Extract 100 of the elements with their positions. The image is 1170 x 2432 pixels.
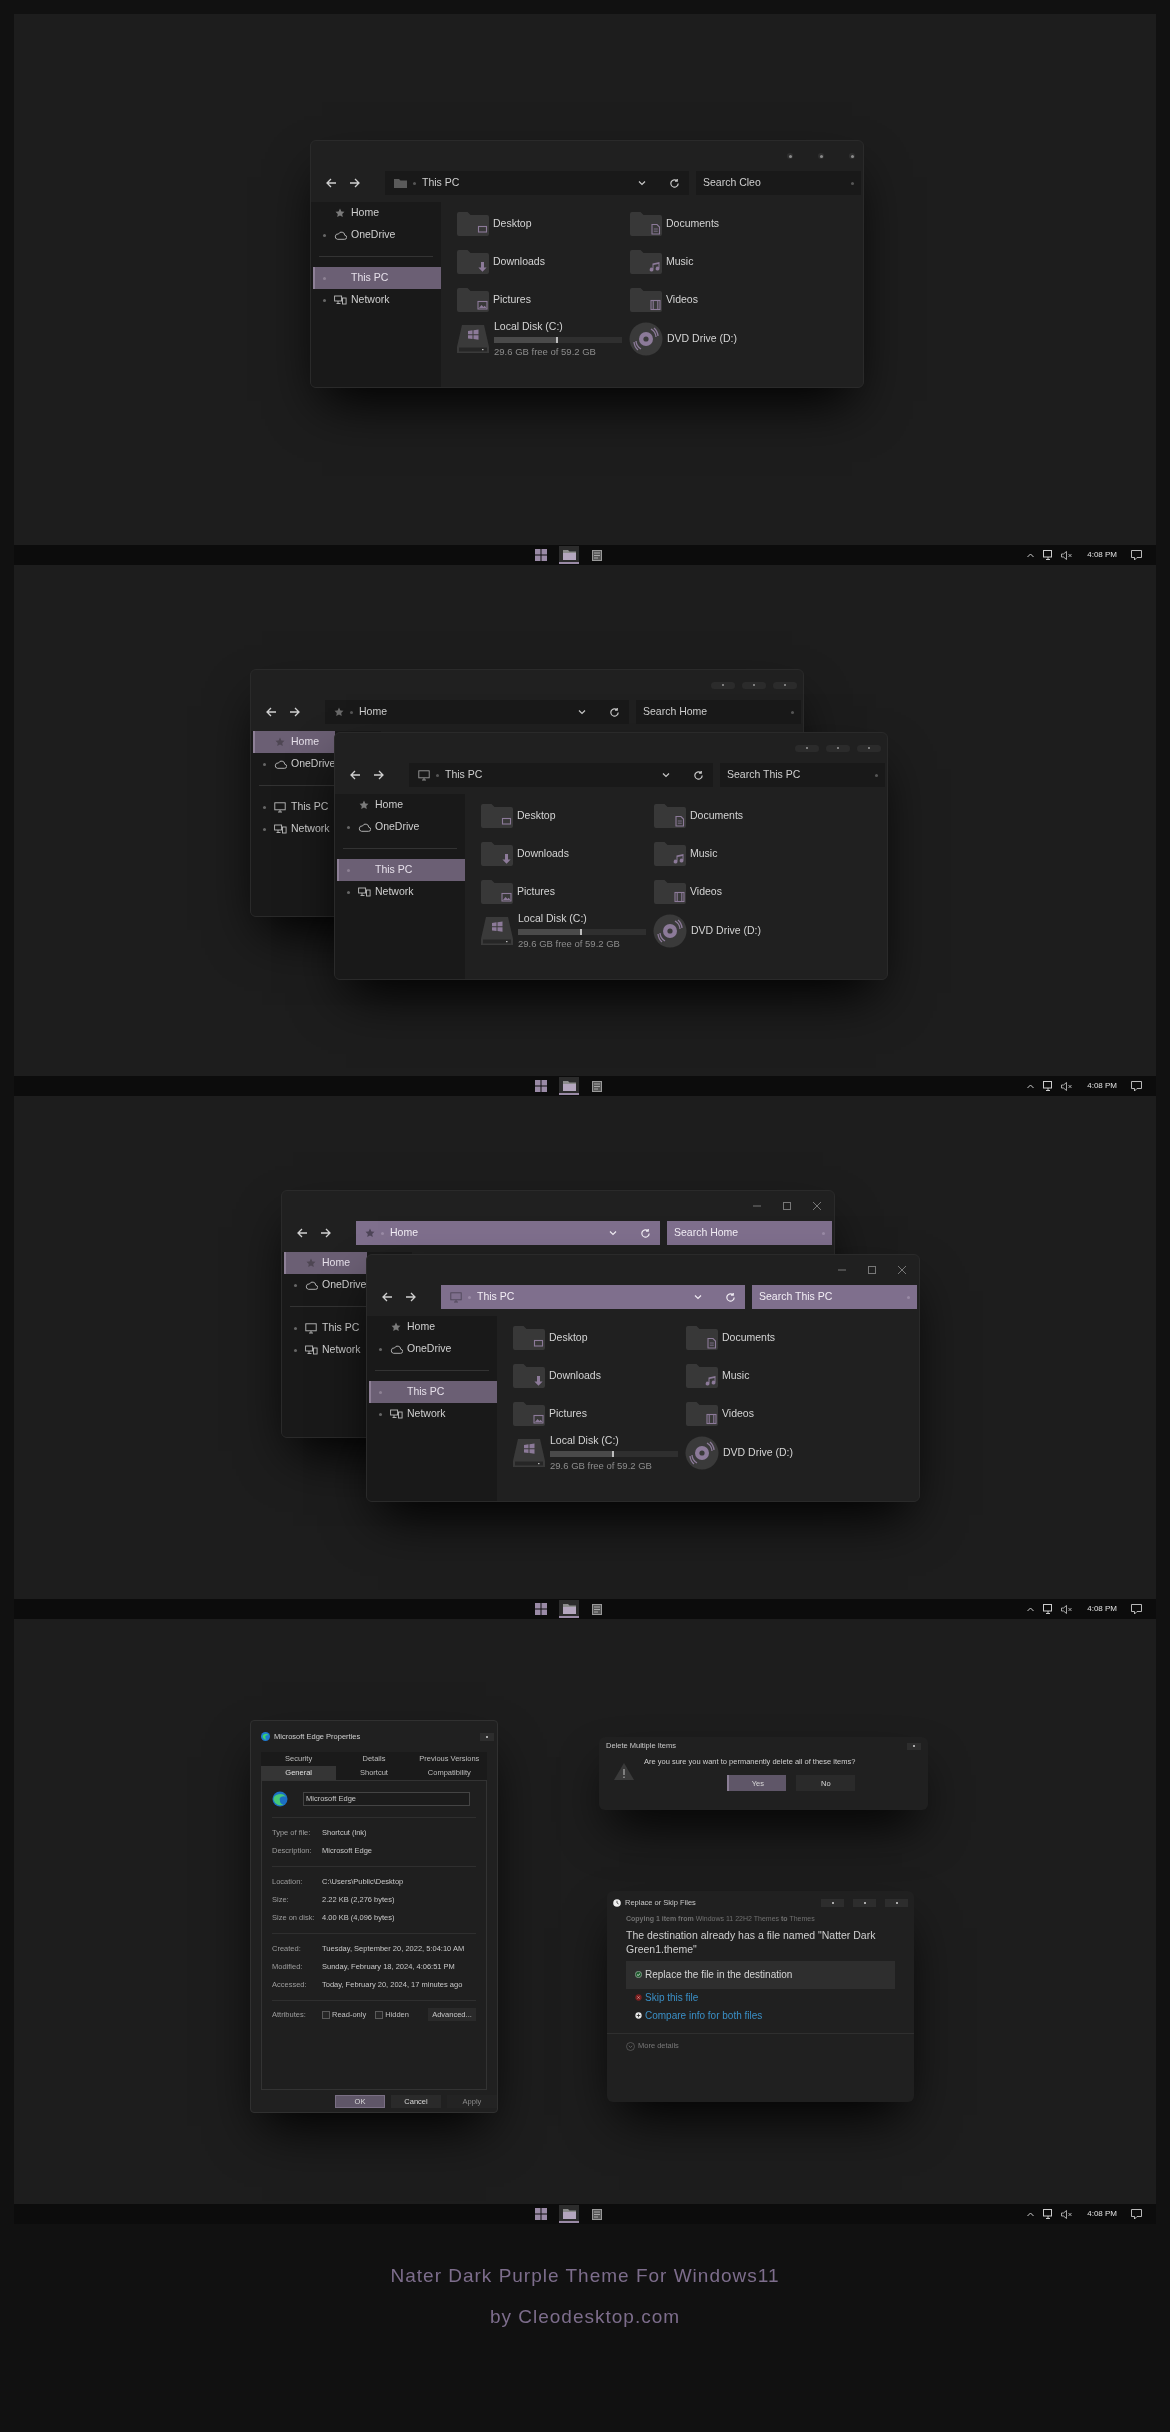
computer-icon <box>305 1322 317 1334</box>
window-control[interactable] <box>849 153 855 159</box>
clock-time[interactable]: 4:08 PM <box>1081 1603 1123 1615</box>
window-control[interactable] <box>787 153 793 159</box>
folder-icon <box>653 879 687 905</box>
sidebar-item[interactable]: This PC <box>313 267 441 289</box>
sidebar-item[interactable]: OneDrive <box>315 224 441 246</box>
back-button[interactable] <box>265 706 277 718</box>
address-bar[interactable]: Home <box>325 700 629 724</box>
folder-label[interactable]: Downloads <box>493 254 545 270</box>
drive-label[interactable]: DVD Drive (D:) <box>667 331 737 347</box>
file-explorer-button[interactable] <box>559 546 579 564</box>
address-bar[interactable]: This PC <box>385 171 689 195</box>
back-button[interactable] <box>349 769 361 781</box>
back-button[interactable] <box>381 1291 393 1303</box>
sidebar-item[interactable]: OneDrive <box>255 753 337 775</box>
folder-label[interactable]: Pictures <box>517 884 555 900</box>
back-button[interactable] <box>325 177 337 189</box>
folder-icon <box>480 803 514 829</box>
file-explorer-button[interactable] <box>559 2205 579 2223</box>
maximize-icon[interactable] <box>782 1201 792 1211</box>
search-field[interactable]: Search Home <box>667 1221 832 1245</box>
maximize-icon[interactable] <box>867 1265 877 1275</box>
folder-label[interactable]: Music <box>666 254 694 270</box>
sidebar-item[interactable]: This PC <box>255 796 337 818</box>
drive-detail: 29.6 GB free of 59.2 GB <box>494 344 597 359</box>
drive-label[interactable]: Local Disk (C:) <box>518 911 646 927</box>
folder-icon <box>629 287 663 313</box>
conflict-message: The destination already has a file named "Natter Dark Green1.theme" <box>625 1927 877 1956</box>
close-icon[interactable] <box>812 1201 822 1211</box>
search-field[interactable]: Search Home <box>636 700 801 724</box>
clock-time[interactable]: 4:08 PM <box>1081 2208 1123 2220</box>
checkbox[interactable] <box>375 2010 384 2019</box>
address-bar[interactable]: Home <box>356 1221 660 1245</box>
address-bar[interactable]: This PC <box>409 763 713 787</box>
option-row[interactable]: Skip this file <box>626 1988 895 2007</box>
sidebar-item[interactable]: This PC <box>286 1317 369 1339</box>
forward-button[interactable] <box>320 1227 332 1239</box>
folder-label[interactable]: Music <box>690 846 718 862</box>
folder-label[interactable]: Videos <box>690 884 722 900</box>
address-bar[interactable]: This PC <box>441 1285 745 1309</box>
folder-label[interactable]: Music <box>722 1368 750 1384</box>
folder-label[interactable]: Desktop <box>517 808 556 824</box>
sidebar-item[interactable]: Network <box>371 1403 497 1425</box>
clock-time[interactable]: 4:08 PM <box>1081 1080 1123 1092</box>
sidebar-item[interactable]: Network <box>315 289 441 311</box>
drive-label[interactable]: DVD Drive (D:) <box>691 923 761 939</box>
drive-label[interactable]: Local Disk (C:) <box>494 319 622 335</box>
sidebar-item[interactable]: OneDrive <box>371 1338 497 1360</box>
clock-time[interactable]: 4:08 PM <box>1081 549 1123 561</box>
folder-label[interactable]: Desktop <box>549 1330 588 1346</box>
folder-label[interactable]: Videos <box>722 1406 754 1422</box>
hard-drive-icon <box>512 1438 546 1468</box>
back-button[interactable] <box>296 1227 308 1239</box>
folder-label[interactable]: Pictures <box>493 292 531 308</box>
folder-label[interactable]: Videos <box>666 292 698 308</box>
notepad-icon <box>592 2208 602 2220</box>
folder-label[interactable]: Documents <box>690 808 744 824</box>
sidebar-item[interactable]: Home <box>315 202 441 224</box>
close-icon[interactable] <box>897 1265 907 1275</box>
forward-button[interactable] <box>373 769 385 781</box>
checkbox[interactable] <box>322 2010 330 2019</box>
sidebar-item[interactable]: This PC <box>369 1381 497 1403</box>
cross-icon <box>635 1994 642 2001</box>
file-explorer-button[interactable] <box>559 1077 579 1095</box>
drive-label[interactable]: Local Disk (C:) <box>550 1433 678 1449</box>
close-button[interactable] <box>480 1732 494 1741</box>
sidebar-item[interactable]: Network <box>339 881 465 903</box>
sidebar-item[interactable]: Home <box>371 1316 497 1338</box>
folder-label[interactable]: Downloads <box>517 846 569 862</box>
folder-icon <box>480 879 514 905</box>
forward-button[interactable] <box>289 706 301 718</box>
option-row[interactable]: Replace the file in the destination <box>626 1960 895 1989</box>
notification-icon <box>1131 549 1142 561</box>
folder-label[interactable]: Documents <box>722 1330 776 1346</box>
file-explorer-button[interactable] <box>559 1600 579 1618</box>
forward-button[interactable] <box>349 177 361 189</box>
sidebar-item[interactable]: OneDrive <box>339 816 465 838</box>
forward-arrow-icon <box>320 1227 332 1239</box>
sidebar-item[interactable]: OneDrive <box>286 1274 369 1296</box>
option-row[interactable]: Compare info for both files <box>626 2006 895 2025</box>
folder-label[interactable]: Documents <box>666 216 720 232</box>
folder-label[interactable]: Downloads <box>549 1368 601 1384</box>
sidebar-item[interactable]: Home <box>284 1252 367 1274</box>
folder-label[interactable]: Desktop <box>493 216 532 232</box>
window-control[interactable] <box>818 153 824 159</box>
drive-label[interactable]: DVD Drive (D:) <box>723 1445 793 1461</box>
chevron-down-icon <box>661 770 671 780</box>
search-field[interactable]: Search Cleo <box>696 171 861 195</box>
folder-label[interactable]: Pictures <box>549 1406 587 1422</box>
sidebar-item[interactable]: This PC <box>337 859 465 881</box>
forward-button[interactable] <box>405 1291 417 1303</box>
search-field[interactable]: Search This PC <box>720 763 885 787</box>
sidebar-item[interactable]: Network <box>255 818 337 840</box>
sidebar-item[interactable]: Home <box>339 794 465 816</box>
search-field[interactable]: Search This PC <box>752 1285 917 1309</box>
sidebar-item[interactable]: Home <box>253 731 335 753</box>
sidebar-item[interactable]: Network <box>286 1339 369 1361</box>
close-button[interactable] <box>907 1742 921 1750</box>
back-arrow-icon <box>349 769 361 781</box>
